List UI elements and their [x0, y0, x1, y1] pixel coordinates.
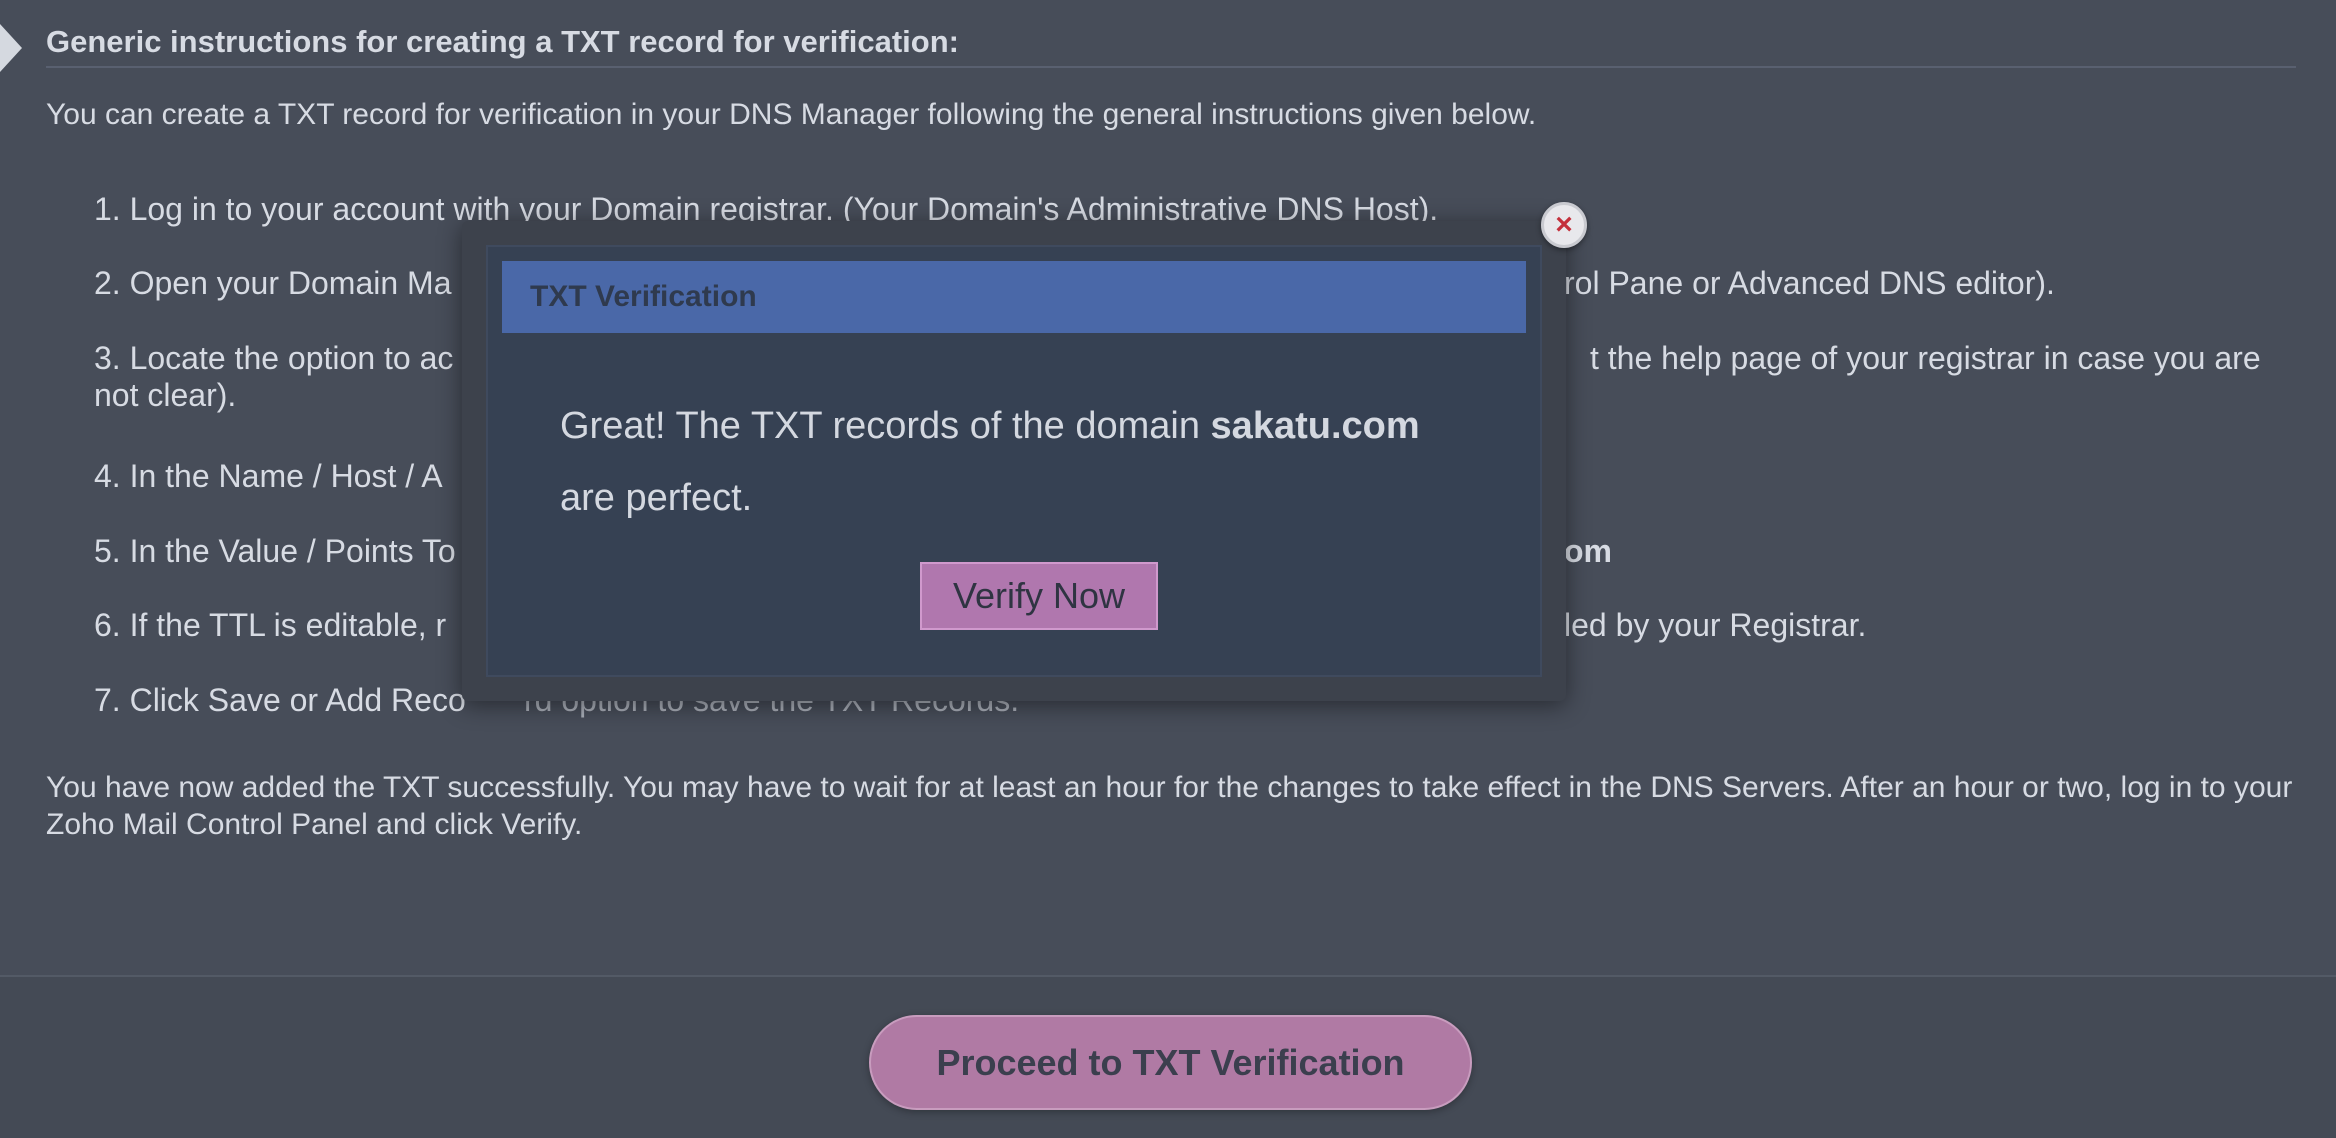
section-title: Generic instructions for creating a TXT … — [46, 24, 959, 59]
step-2-end: rol Pane or Advanced DNS editor). — [1564, 265, 2055, 301]
modal-message-suffix: are perfect. — [560, 477, 753, 519]
close-icon[interactable]: × — [1541, 202, 1587, 248]
txt-verification-modal: TXT Verification Great! The TXT records … — [462, 221, 1566, 701]
outro-text: You have now added the TXT successfully.… — [46, 771, 2293, 841]
step-2-start: 2. Open your Domain Ma — [94, 265, 452, 301]
step-4: 4. In the Name / Host / A — [94, 458, 443, 494]
proceed-to-txt-verification-button[interactable]: Proceed to TXT Verification — [869, 1015, 1472, 1110]
step-5-end: om — [1564, 533, 1612, 569]
step-3-start: 3. Locate the option to ac — [94, 340, 454, 376]
modal-message-prefix: Great! The TXT records of the domain — [560, 405, 1211, 447]
step-3-wrap: not clear). — [94, 377, 237, 413]
intro-text: You can create a TXT record for verifica… — [46, 98, 1537, 131]
modal-body: TXT Verification Great! The TXT records … — [486, 245, 1542, 677]
step-6-end: led by your Registrar. — [1564, 607, 1867, 643]
step-3-end: t the help page of your registrar in cas… — [1590, 340, 2261, 376]
step-5-start: 5. In the Value / Points To — [94, 533, 456, 569]
step-6-start: 6. If the TTL is editable, r — [94, 607, 447, 643]
page: Generic instructions for creating a TXT … — [0, 0, 2336, 1138]
collapse-arrow-icon[interactable] — [0, 24, 22, 72]
verify-now-button[interactable]: Verify Now — [920, 562, 1158, 630]
modal-title: TXT Verification — [502, 261, 1526, 333]
step-7-start: 7. Click Save or Add Reco — [94, 682, 466, 718]
modal-message: Great! The TXT records of the domain sak… — [560, 390, 1460, 534]
divider — [46, 66, 2296, 68]
domain-name: sakatu.com — [1210, 405, 1420, 447]
